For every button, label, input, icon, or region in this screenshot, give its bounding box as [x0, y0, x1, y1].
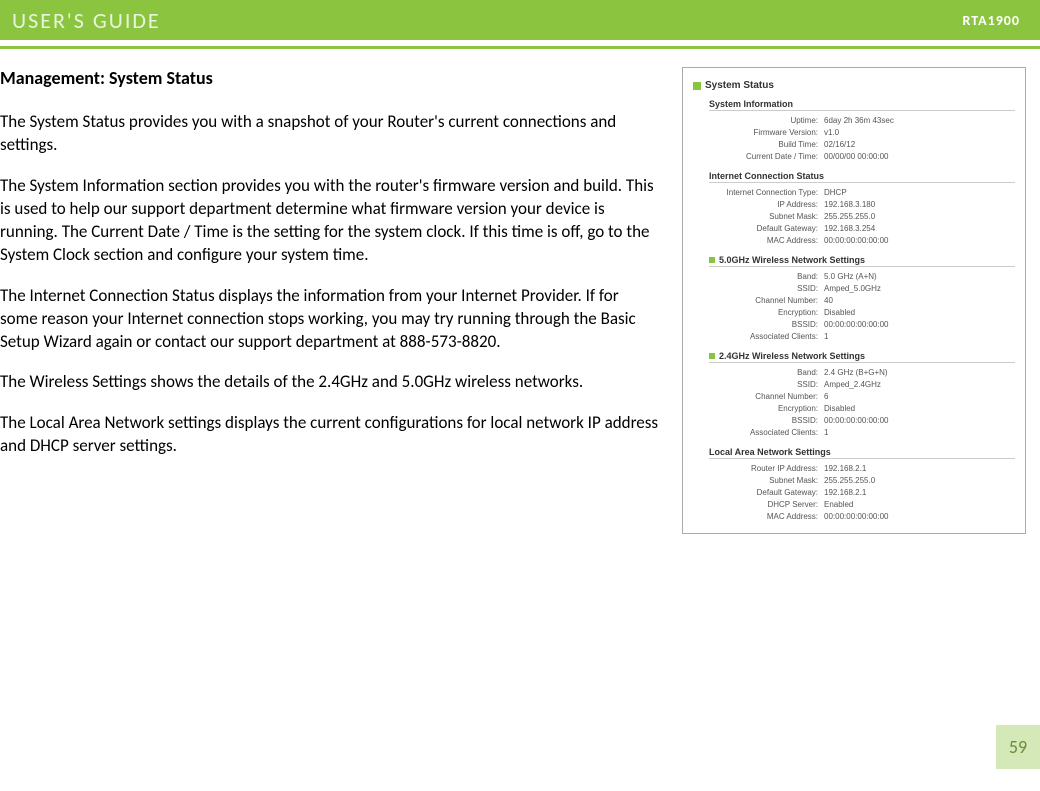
paragraph-4: The Wireless Settings shows the details …: [0, 371, 660, 394]
section-24ghz-wireless: 2.4GHz Wireless Network Settings: [709, 351, 1015, 363]
square-bullet-icon: [693, 82, 701, 90]
figure-title: System Status: [705, 80, 774, 91]
header-title: USER'S GUIDE: [12, 7, 161, 34]
section-system-information: System Information: [709, 99, 1015, 111]
paragraph-3: The Internet Connection Status displays …: [0, 285, 660, 354]
section-internet-connection: Internet Connection Status: [709, 171, 1015, 183]
section-5ghz-wireless: 5.0GHz Wireless Network Settings: [709, 255, 1015, 267]
square-bullet-icon: [709, 353, 715, 359]
content: Management: System Status The System Sta…: [0, 49, 1040, 534]
figure-title-row: System Status: [693, 80, 1015, 91]
header-bar: USER'S GUIDE RTA1900: [0, 0, 1040, 40]
text-column: Management: System Status The System Sta…: [0, 67, 670, 534]
paragraph-2: The System Information section provides …: [0, 175, 660, 267]
paragraph-5: The Local Area Network settings displays…: [0, 412, 660, 458]
header-model: RTA1900: [963, 12, 1028, 29]
system-status-figure: System Status System Information Uptime:…: [682, 67, 1026, 534]
paragraph-1: The System Status provides you with a sn…: [0, 111, 660, 157]
page-heading: Management: System Status: [0, 67, 670, 89]
section-lan-settings: Local Area Network Settings: [709, 447, 1015, 459]
figure-column: System Status System Information Uptime:…: [670, 67, 1040, 534]
page-number: 59: [996, 725, 1040, 769]
square-bullet-icon: [709, 257, 715, 263]
